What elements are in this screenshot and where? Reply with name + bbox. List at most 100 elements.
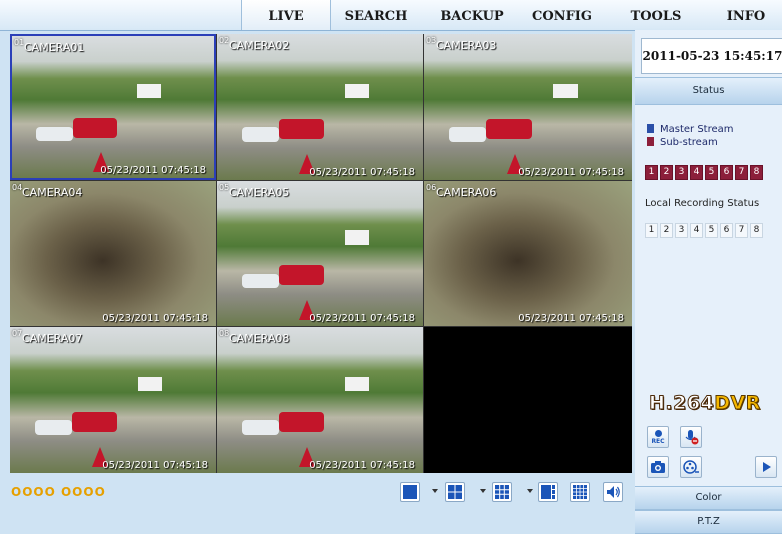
camera-feed-image <box>217 327 423 473</box>
stream-channel-indicator[interactable]: 8 <box>750 165 763 180</box>
camera-number: 05 <box>219 183 230 192</box>
stream-channel-indicator[interactable]: 3 <box>675 165 688 180</box>
camera-feed-image <box>424 181 632 326</box>
camera-feed-image <box>217 181 423 326</box>
stream-channel-indicator[interactable]: 7 <box>735 165 748 180</box>
play-icon <box>763 462 771 472</box>
camera-name: CAMERA02 <box>229 39 290 52</box>
recording-channel-indicator: 8 <box>750 223 763 238</box>
stream-channel-indicator[interactable]: 5 <box>705 165 718 180</box>
camera-tile[interactable]: 04 CAMERA04 05/23/2011 07:45:18 <box>10 181 216 326</box>
camera-timestamp: 05/23/2011 07:45:18 <box>518 313 624 324</box>
stream-channel-indicator[interactable]: 1 <box>645 165 658 180</box>
camera-number: 03 <box>426 36 437 45</box>
empty-camera-tile[interactable] <box>424 327 632 473</box>
status-section-header[interactable]: Status <box>635 77 782 105</box>
camera-name: CAMERA08 <box>229 332 290 345</box>
camera-feed-image <box>10 327 216 473</box>
datetime-display: 2011-05-23 15:45:17 <box>641 38 782 74</box>
camera-name: CAMERA01 <box>24 41 85 54</box>
camera-name: CAMERA04 <box>22 186 83 199</box>
camera-feed-image <box>217 34 423 180</box>
logo-dvr-text: DVR <box>714 392 761 415</box>
microphone-off-icon <box>685 430 699 445</box>
tab-search[interactable]: SEARCH <box>336 0 416 30</box>
camera-tile[interactable]: 01 CAMERA01 05/23/2011 07:45:18 <box>10 34 216 180</box>
camera-number: 02 <box>219 36 230 45</box>
layout-4-icon <box>448 485 462 499</box>
h264-dvr-logo: H.264DVR <box>648 392 761 415</box>
stream-channel-row: 12345678 <box>645 165 763 180</box>
camera-icon <box>651 461 665 473</box>
camera-tile[interactable]: 07 CAMERA07 05/23/2011 07:45:18 <box>10 327 216 473</box>
layout-9-button[interactable] <box>492 482 512 502</box>
camera-tile[interactable]: 03 CAMERA03 05/23/2011 07:45:18 <box>424 34 632 180</box>
sub-stream-swatch <box>647 137 654 146</box>
camera-feed-image <box>12 36 214 178</box>
camera-timestamp: 05/23/2011 07:45:18 <box>518 167 624 178</box>
rec-label: REC <box>651 438 665 445</box>
camera-timestamp: 05/23/2011 07:45:18 <box>309 167 415 178</box>
camera-name: CAMERA03 <box>436 39 497 52</box>
color-section-header[interactable]: Color <box>635 486 782 510</box>
camera-number: 07 <box>12 329 23 338</box>
sub-stream-label: Sub-stream <box>660 137 718 148</box>
volume-button[interactable] <box>603 482 623 502</box>
recording-channel-indicator: 6 <box>720 223 733 238</box>
layout-16-button[interactable] <box>570 482 590 502</box>
sub-stream-legend: Sub-stream <box>647 137 718 148</box>
master-stream-legend: Master Stream <box>647 124 734 135</box>
camera-number: 04 <box>12 183 23 192</box>
play-button[interactable] <box>755 456 777 478</box>
recording-channel-indicator: 1 <box>645 223 658 238</box>
camera-tile[interactable]: 02 CAMERA02 05/23/2011 07:45:18 <box>217 34 423 180</box>
ptz-section-header[interactable]: P.T.Z <box>635 510 782 534</box>
chevron-down-icon[interactable] <box>432 489 438 493</box>
tab-tools[interactable]: TOOLS <box>616 0 696 30</box>
recording-channel-indicator: 5 <box>705 223 718 238</box>
chevron-down-icon[interactable] <box>480 489 486 493</box>
master-stream-swatch <box>647 124 654 133</box>
camera-feed-image <box>10 181 216 326</box>
camera-timestamp: 05/23/2011 07:45:18 <box>309 460 415 471</box>
stream-channel-indicator[interactable]: 6 <box>720 165 733 180</box>
layout-16-icon <box>573 485 587 499</box>
talk-button[interactable] <box>680 426 702 448</box>
snapshot-button[interactable] <box>647 456 669 478</box>
video-reel-button[interactable] <box>680 456 702 478</box>
camera-timestamp: 05/23/2011 07:45:18 <box>102 313 208 324</box>
layout-1-icon <box>403 485 417 499</box>
camera-number: 08 <box>219 329 230 338</box>
recording-channel-indicator: 2 <box>660 223 673 238</box>
stream-channel-indicator[interactable]: 2 <box>660 165 673 180</box>
layout-custom-icon <box>541 485 555 499</box>
record-button[interactable]: REC <box>647 426 669 448</box>
chevron-down-icon[interactable] <box>527 489 533 493</box>
right-panel: 2011-05-23 15:45:17 Status Master Stream… <box>635 30 782 534</box>
camera-number: 06 <box>426 183 437 192</box>
camera-timestamp: 05/23/2011 07:45:18 <box>100 165 206 176</box>
top-navigation: LIVE SEARCH BACKUP CONFIG TOOLS INFO <box>0 0 782 31</box>
layout-1-button[interactable] <box>400 482 420 502</box>
camera-number: 01 <box>14 38 25 47</box>
tab-backup[interactable]: BACKUP <box>432 0 512 30</box>
tab-config[interactable]: CONFIG <box>522 0 602 30</box>
indicator-dots: OOOO OOOO <box>11 485 106 499</box>
camera-timestamp: 05/23/2011 07:45:18 <box>309 313 415 324</box>
camera-name: CAMERA05 <box>229 186 290 199</box>
local-recording-label: Local Recording Status <box>645 198 760 209</box>
recording-channel-indicator: 7 <box>735 223 748 238</box>
layout-9-icon <box>495 485 509 499</box>
camera-tile[interactable]: 06 CAMERA06 05/23/2011 07:45:18 <box>424 181 632 326</box>
camera-tile[interactable]: 05 CAMERA05 05/23/2011 07:45:18 <box>217 181 423 326</box>
recording-channel-row: 12345678 <box>645 223 763 238</box>
tab-live[interactable]: LIVE <box>241 0 331 30</box>
recording-channel-indicator: 4 <box>690 223 703 238</box>
layout-4-button[interactable] <box>445 482 465 502</box>
volume-icon <box>607 486 620 498</box>
camera-tile[interactable]: 08 CAMERA08 05/23/2011 07:45:18 <box>217 327 423 473</box>
stream-channel-indicator[interactable]: 4 <box>690 165 703 180</box>
recording-channel-indicator: 3 <box>675 223 688 238</box>
tab-info[interactable]: INFO <box>710 0 782 30</box>
layout-custom-button[interactable] <box>538 482 558 502</box>
